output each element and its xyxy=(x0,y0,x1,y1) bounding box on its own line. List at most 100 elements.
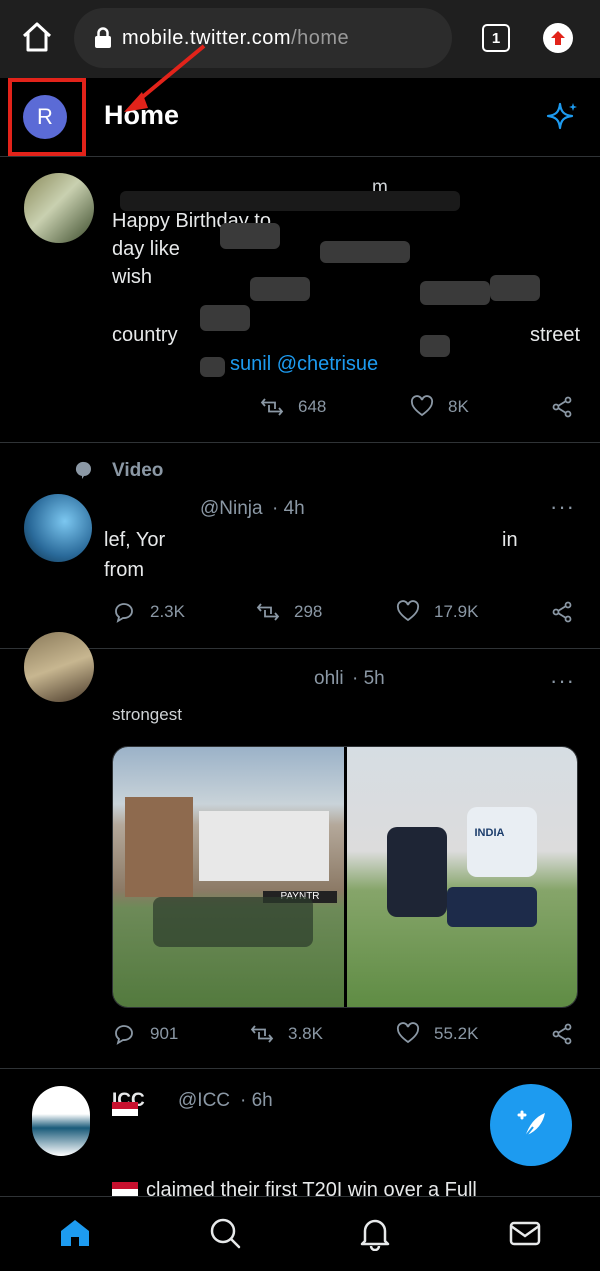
url-path: /home xyxy=(291,26,350,49)
like-count: 55.2K xyxy=(434,1024,479,1043)
more-options-button[interactable]: ··· xyxy=(550,494,575,520)
home-icon[interactable] xyxy=(57,1215,93,1251)
tab-switcher-button[interactable]: 1 xyxy=(482,24,510,52)
retweet-count: 648 xyxy=(298,397,327,416)
tweet-text-line: country xyxy=(112,324,178,346)
tweet-text-line: wish xyxy=(112,266,153,288)
media-building xyxy=(125,797,193,897)
reply-action[interactable]: 901 xyxy=(112,1022,178,1046)
tweet-media[interactable]: PAYNTR INDIA xyxy=(112,746,578,1008)
media-jersey-text: INDIA xyxy=(474,827,505,839)
mention-prefix[interactable]: sunil xyxy=(230,353,271,375)
heart-icon xyxy=(410,395,434,417)
tweet-time: · 4h xyxy=(272,498,305,519)
share-icon xyxy=(552,601,572,623)
timeline-header: R Home xyxy=(0,78,600,157)
media-photo-left[interactable]: PAYNTR xyxy=(113,747,344,1007)
redacted-area xyxy=(490,275,540,301)
tweet-3[interactable]: ohli · 5h ··· strongest PAYNTR INDIA 901… xyxy=(0,632,600,1069)
mail-icon[interactable] xyxy=(507,1215,543,1251)
page-title: Home xyxy=(104,100,180,130)
bell-icon[interactable] xyxy=(357,1215,393,1251)
like-count: 8K xyxy=(448,397,469,416)
annotation-highlight-box xyxy=(8,78,86,156)
media-player-dark xyxy=(386,827,447,917)
like-action[interactable]: 17.9K xyxy=(396,600,478,624)
share-action[interactable] xyxy=(550,600,574,624)
media-player-shorts xyxy=(446,887,537,927)
tweet-text-line: strongest xyxy=(112,705,182,724)
reply-action[interactable]: 2.3K xyxy=(112,600,185,624)
avatar[interactable] xyxy=(24,494,92,562)
retweet-count: 298 xyxy=(294,602,323,621)
browser-toolbar: mobile.twitter.com/home 1 xyxy=(0,0,600,78)
retweet-icon xyxy=(250,1025,274,1043)
share-icon xyxy=(552,1023,572,1045)
compose-tweet-button[interactable] xyxy=(490,1084,572,1166)
heart-icon xyxy=(396,600,420,622)
flag-emoji xyxy=(112,1182,138,1196)
tweet-1[interactable]: m Happy Birthday to day like wish countr… xyxy=(0,157,600,443)
compose-feather-icon xyxy=(517,1110,545,1138)
tweet-handle[interactable]: ohli xyxy=(314,668,344,690)
like-action[interactable]: 55.2K xyxy=(396,1022,478,1046)
tweet-actions: 901 3.8K 55.2K xyxy=(112,1022,582,1052)
update-arrow-icon xyxy=(551,31,565,45)
tweet-mention-line: sunil @chetrisue xyxy=(230,350,378,379)
context-label: Video xyxy=(112,460,164,481)
url-host: mobile.twitter.com xyxy=(122,26,292,49)
sparkle-icon[interactable] xyxy=(546,100,580,134)
tweet-text-line: from xyxy=(104,559,144,581)
share-icon xyxy=(552,396,572,418)
media-photo-right[interactable]: INDIA xyxy=(346,747,577,1007)
lock-icon xyxy=(95,27,111,48)
avatar[interactable] xyxy=(24,632,94,702)
share-action[interactable] xyxy=(550,1022,574,1046)
tweet-handle[interactable]: @Ninja xyxy=(200,498,263,520)
tweet-time: · 6h xyxy=(240,1090,273,1111)
tweet-2[interactable]: Video @Ninja · 4h ··· lef, Yor from in 2… xyxy=(0,442,600,649)
redacted-area xyxy=(200,305,250,331)
tweet-text-end: in xyxy=(502,529,518,551)
retweet-count: 3.8K xyxy=(288,1024,323,1043)
tweet-actions: 648 8K xyxy=(112,395,582,425)
update-button[interactable] xyxy=(543,23,573,53)
search-icon[interactable] xyxy=(207,1215,243,1251)
avatar[interactable] xyxy=(32,1086,90,1156)
tweet-text-line: lef, Yor xyxy=(104,529,166,551)
like-count: 17.9K xyxy=(434,602,479,621)
redacted-area xyxy=(200,357,225,377)
video-context-icon xyxy=(75,461,91,479)
retweet-action[interactable]: 648 xyxy=(260,395,326,419)
bottom-navigation xyxy=(0,1196,600,1271)
retweet-icon xyxy=(260,398,284,416)
url-bar[interactable]: mobile.twitter.com/home xyxy=(74,8,452,68)
tab-count: 1 xyxy=(491,29,501,47)
retweet-action[interactable]: 298 xyxy=(256,600,322,624)
redacted-area xyxy=(420,281,490,305)
tweet-text-end: street xyxy=(530,324,581,346)
avatar[interactable] xyxy=(24,173,94,243)
reply-count: 901 xyxy=(150,1024,179,1043)
media-players xyxy=(153,897,313,947)
more-options-button[interactable]: ··· xyxy=(550,668,575,694)
retweet-action[interactable]: 3.8K xyxy=(250,1022,323,1046)
media-player-shirt xyxy=(466,807,537,877)
heart-icon xyxy=(396,1022,420,1044)
reply-icon xyxy=(115,1025,133,1045)
reply-count: 2.3K xyxy=(150,602,185,621)
tweet-actions: 2.3K 298 17.9K xyxy=(112,600,582,630)
mention-link[interactable]: @chetrisue xyxy=(277,353,378,375)
redacted-area xyxy=(420,335,450,357)
redacted-area xyxy=(250,277,310,301)
tweet-text-line: day like xyxy=(112,238,180,260)
tweet-handle[interactable]: @ICC xyxy=(178,1090,230,1112)
reply-icon xyxy=(115,603,133,623)
flag-emoji xyxy=(112,1102,138,1116)
like-action[interactable]: 8K xyxy=(410,395,469,419)
redacted-area xyxy=(320,241,410,263)
media-stand xyxy=(199,811,329,881)
share-action[interactable] xyxy=(550,395,574,419)
browser-home-icon[interactable] xyxy=(20,20,54,54)
url-text: mobile.twitter.com/home xyxy=(122,27,349,50)
